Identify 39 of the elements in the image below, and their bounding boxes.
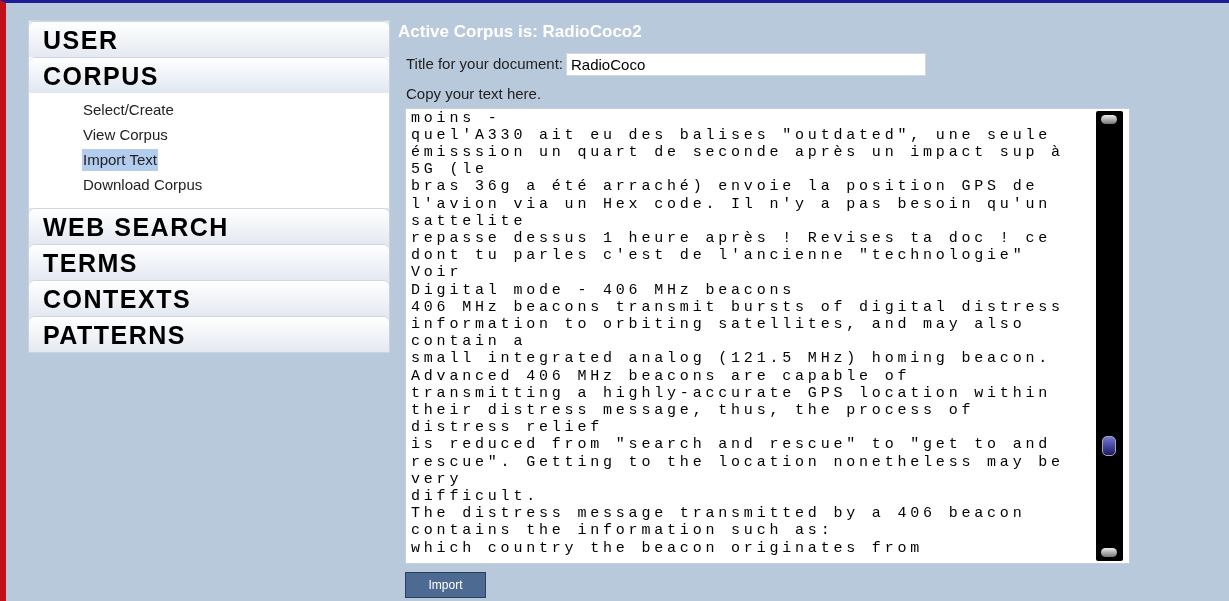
text-line: contain a — [411, 333, 528, 351]
text-line: Advanced 406 MHz beacons are capable of — [411, 367, 912, 385]
text-line: 5G (le — [411, 161, 489, 179]
text-line: quel'A330 ait eu des balises "outdated", une seule — [411, 126, 1053, 144]
text-line: transmitting a highly-accurate GPS location within — [411, 384, 1053, 402]
active-corpus-heading: Active Corpus is: RadioCoco2 — [398, 22, 643, 42]
text-label: Copy your text here. — [405, 84, 543, 104]
text-line: contains the information such as: — [411, 522, 835, 540]
scroll-thumb[interactable] — [1102, 435, 1116, 456]
text-line: distress relief — [411, 419, 605, 437]
text-line: émisssion un quart de seconde après un impact sup à — [411, 143, 1065, 162]
text-line: l'avion via un Hex code. Il n'y a pas besoin qu'un — [411, 195, 1053, 213]
text-line: repasse dessus 1 heure après ! Revises ta doc ! ce — [411, 229, 1053, 248]
text-line: 406 MHz beacons transmit bursts of digital distress — [411, 298, 1065, 316]
text-line: very — [411, 470, 464, 488]
submenu-link[interactable]: View Corpus — [82, 124, 169, 146]
title-input[interactable]: RadioCoco — [566, 53, 926, 76]
submenu-link[interactable]: Import Text — [82, 149, 158, 171]
title-label: Title for your document: — [406, 54, 563, 75]
scrollbar[interactable] — [1096, 110, 1123, 561]
text-line: Digital mode - 406 MHz beacons — [411, 281, 797, 299]
text-line: dont tu parles c'est de l'ancienne "technologie" — [411, 247, 1027, 265]
text-line: moins - — [411, 109, 502, 127]
text-line: which country the beacon originates from — [411, 539, 925, 557]
submenu-link[interactable]: Download Corpus — [82, 174, 204, 196]
text-line: difficult. — [411, 487, 540, 506]
import-button[interactable]: Import — [405, 571, 486, 598]
text-line: their distress message, thus, the process of — [411, 401, 976, 420]
text-area[interactable] — [405, 107, 1130, 564]
text-line: Voir — [411, 264, 464, 282]
text-line: sattelite — [411, 212, 528, 230]
text-line: bras 36g a été arraché) envoie la position GPS de — [411, 178, 1040, 196]
text-line: information to orbiting satellites, and may also — [411, 315, 1027, 334]
accordion-header[interactable]: CORPUS — [29, 57, 389, 93]
text-line: is reduced from "search and rescue" to "get to and — [411, 436, 1053, 454]
submenu-link[interactable]: Select/Create — [82, 99, 175, 121]
text-line: small integrated analog (121.5 MHz) homing beacon. — [411, 350, 1053, 368]
text-line: The distress message transmitted by a 406 beacon — [411, 505, 1027, 523]
text-line: rescue". Getting to the location nonetheless may be — [411, 453, 1065, 471]
